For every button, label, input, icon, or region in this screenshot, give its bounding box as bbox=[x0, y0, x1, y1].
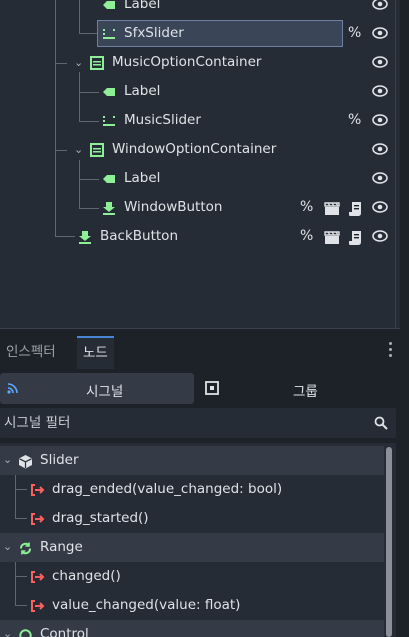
signal-label: value_changed(value: float) bbox=[52, 597, 241, 613]
dock-tabbar: 인스펙터 노드 bbox=[0, 336, 400, 369]
chevron-down-icon[interactable]: ⌄ bbox=[3, 540, 12, 553]
tree-item-text: Label bbox=[124, 0, 161, 12]
signal-icon bbox=[31, 600, 45, 612]
tree-item-text: MusicOptionContainer bbox=[112, 54, 262, 70]
signal-filter-input[interactable] bbox=[4, 412, 364, 434]
visibility-eye-icon[interactable] bbox=[372, 25, 388, 41]
search-icon[interactable] bbox=[374, 416, 388, 430]
script-icon[interactable] bbox=[348, 201, 362, 217]
visibility-eye-icon[interactable] bbox=[372, 141, 388, 157]
signal-tree: ⌄ Slider drag_ended(value_changed: bool)… bbox=[0, 443, 396, 637]
signal-row-value-changed[interactable]: value_changed(value: float) bbox=[0, 591, 384, 620]
unique-name-percent-icon[interactable]: % bbox=[348, 112, 361, 128]
unique-name-percent-icon[interactable]: % bbox=[300, 199, 313, 215]
signal-icon bbox=[31, 571, 45, 583]
signals-toggle-button[interactable]: 시그널 bbox=[0, 373, 194, 404]
chevron-down-icon[interactable]: ⌄ bbox=[3, 627, 12, 637]
signal-icon bbox=[31, 484, 45, 496]
groups-toggle-button[interactable]: 그룹 bbox=[198, 373, 398, 404]
signal-connection-icon[interactable] bbox=[324, 202, 340, 216]
range-icon bbox=[20, 542, 31, 555]
tree-item-musicoptioncontainer[interactable]: ⌄ MusicOptionContainer bbox=[0, 49, 400, 78]
signal-row-changed[interactable]: changed() bbox=[0, 562, 384, 591]
tab-inspector[interactable]: 인스펙터 bbox=[0, 336, 62, 369]
signal-class-label: Slider bbox=[40, 452, 79, 468]
signal-list-scrollbar[interactable] bbox=[386, 447, 392, 637]
tree-item-text: Label bbox=[124, 83, 161, 99]
label-icon bbox=[103, 88, 115, 96]
chevron-down-icon[interactable]: ⌄ bbox=[3, 453, 12, 466]
tree-item-windowbutton[interactable]: WindowButton % bbox=[0, 194, 400, 223]
tree-item-sfxslider[interactable]: SfxSlider % bbox=[0, 20, 400, 49]
visibility-eye-icon[interactable] bbox=[372, 199, 388, 215]
unique-name-percent-icon[interactable]: % bbox=[348, 25, 361, 41]
groups-icon bbox=[205, 381, 219, 395]
signal-wave-icon bbox=[7, 383, 18, 394]
scene-tree-panel: Label SfxSlider % ⌄ MusicOptionContainer… bbox=[0, 0, 400, 329]
signal-row-drag-started[interactable]: drag_started() bbox=[0, 504, 384, 533]
chevron-down-icon[interactable]: ⌄ bbox=[74, 56, 83, 69]
signal-filter[interactable] bbox=[0, 408, 396, 438]
signal-class-row-control[interactable]: ⌄ Control bbox=[0, 620, 384, 637]
tree-item-text: WindowOptionContainer bbox=[112, 141, 277, 157]
vboxcontainer-icon bbox=[90, 143, 104, 157]
hslider-icon bbox=[103, 29, 115, 39]
button-icon bbox=[79, 231, 91, 244]
hslider-icon bbox=[103, 116, 115, 126]
tree-item-text: Label bbox=[124, 170, 161, 186]
tree-item-label[interactable]: Label bbox=[0, 0, 400, 20]
signal-label: drag_ended(value_changed: bool) bbox=[52, 481, 283, 497]
groups-label: 그룹 bbox=[293, 384, 318, 400]
control-icon bbox=[19, 629, 32, 637]
dock-menu-kebab-icon[interactable] bbox=[389, 342, 393, 360]
signal-icon bbox=[31, 513, 45, 525]
signal-row-drag-ended[interactable]: drag_ended(value_changed: bool) bbox=[0, 475, 384, 504]
label-icon bbox=[103, 1, 115, 9]
dock-splitter[interactable] bbox=[400, 0, 409, 329]
signal-label: drag_started() bbox=[52, 510, 149, 526]
tree-item-text: MusicSlider bbox=[124, 112, 201, 128]
script-icon[interactable] bbox=[348, 230, 362, 246]
vboxcontainer-icon bbox=[90, 56, 104, 70]
tree-item-label[interactable]: Label bbox=[0, 165, 400, 194]
visibility-eye-icon[interactable] bbox=[372, 0, 388, 12]
node-cube-icon bbox=[19, 455, 32, 469]
button-icon bbox=[103, 202, 115, 215]
signals-label: 시그널 bbox=[86, 384, 124, 400]
tree-item-label[interactable]: Label bbox=[0, 78, 400, 107]
visibility-eye-icon[interactable] bbox=[372, 170, 388, 186]
signal-class-label: Control bbox=[40, 626, 89, 637]
signal-connection-icon[interactable] bbox=[324, 231, 340, 245]
visibility-eye-icon[interactable] bbox=[372, 112, 388, 128]
signal-class-label: Range bbox=[40, 539, 83, 555]
chevron-down-icon[interactable]: ⌄ bbox=[74, 143, 83, 156]
visibility-eye-icon[interactable] bbox=[372, 228, 388, 244]
tab-node[interactable]: 노드 bbox=[77, 336, 114, 369]
tree-item-musicslider[interactable]: MusicSlider % bbox=[0, 107, 400, 136]
signal-class-row-slider[interactable]: ⌄ Slider bbox=[0, 446, 384, 475]
tree-item-backbutton[interactable]: BackButton % bbox=[0, 223, 400, 252]
signal-label: changed() bbox=[52, 568, 121, 584]
dock-splitter[interactable] bbox=[400, 329, 409, 637]
visibility-eye-icon[interactable] bbox=[372, 54, 388, 70]
unique-name-percent-icon[interactable]: % bbox=[300, 228, 313, 244]
label-icon bbox=[103, 175, 115, 183]
tree-item-text: SfxSlider bbox=[124, 25, 184, 41]
tree-item-windowoptioncontainer[interactable]: ⌄ WindowOptionContainer bbox=[0, 136, 400, 165]
signal-class-row-range[interactable]: ⌄ Range bbox=[0, 533, 384, 562]
visibility-eye-icon[interactable] bbox=[372, 83, 388, 99]
tree-item-text: BackButton bbox=[100, 228, 178, 244]
tree-item-text: WindowButton bbox=[124, 199, 223, 215]
